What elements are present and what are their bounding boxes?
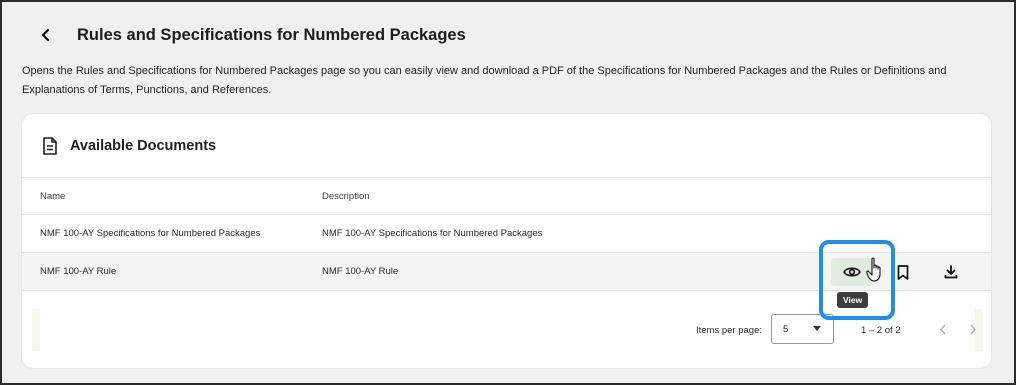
next-page-button[interactable] — [965, 321, 981, 337]
documents-card: Available Documents Name Description NMF… — [21, 113, 992, 369]
chevron-left-icon — [41, 28, 50, 42]
bookmark-button[interactable] — [889, 258, 917, 286]
items-per-page-select[interactable]: 5 — [771, 314, 834, 344]
row-actions — [827, 253, 977, 290]
items-per-page-label: Items per page: — [696, 325, 763, 336]
table-row[interactable]: NMF 100-AY Specifications for Numbered P… — [22, 215, 991, 253]
bookmark-icon — [897, 264, 909, 280]
view-tooltip: View — [837, 292, 869, 308]
hand-cursor-icon — [866, 257, 881, 282]
column-header-name: Name — [40, 190, 66, 202]
download-button[interactable] — [937, 258, 965, 286]
documents-table: Name Description NMF 100-AY Specificatio… — [22, 177, 991, 291]
row-description: NMF 100-AY Rule — [322, 266, 399, 277]
column-header-description: Description — [322, 190, 370, 202]
chevron-left-icon — [939, 324, 946, 334]
back-button[interactable] — [34, 23, 58, 47]
row-name: NMF 100-AY Rule — [40, 266, 117, 277]
table-row[interactable]: NMF 100-AY Rule NMF 100-AY Rule — [22, 253, 991, 291]
page-description: Opens the Rules and Specifications for N… — [22, 65, 947, 96]
chevron-right-icon — [970, 324, 977, 334]
caret-down-icon — [813, 326, 821, 331]
items-per-page-value: 5 — [783, 324, 789, 335]
app-frame: Rules and Specifications for Numbered Pa… — [0, 0, 1016, 385]
table-header: Name Description — [22, 177, 991, 215]
row-description: NMF 100-AY Specifications for Numbered P… — [322, 228, 543, 239]
card-title: Available Documents — [70, 137, 217, 154]
pagination-range: 1 – 2 of 2 — [861, 325, 901, 336]
download-icon — [944, 265, 958, 279]
eye-icon — [843, 267, 861, 277]
previous-page-button[interactable] — [935, 321, 951, 337]
document-icon — [42, 136, 60, 155]
card-header: Available Documents — [22, 114, 991, 177]
row-name: NMF 100-AY Specifications for Numbered P… — [40, 228, 261, 239]
pagination-bar: Items per page: 5 1 – 2 of 2 — [32, 309, 983, 351]
page-title: Rules and Specifications for Numbered Pa… — [77, 26, 466, 44]
